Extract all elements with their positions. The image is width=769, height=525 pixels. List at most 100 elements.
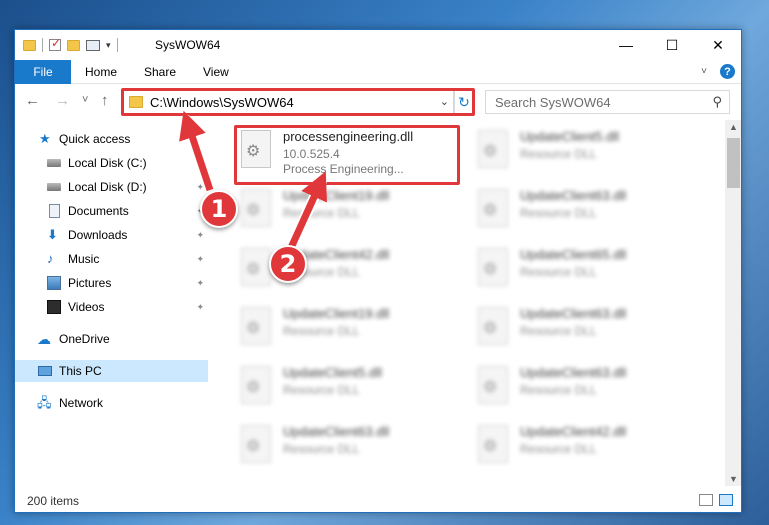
file-description: Resource DLL (520, 383, 597, 397)
forward-button[interactable]: → (55, 92, 70, 109)
sidebar-item-local-disk-c[interactable]: Local Disk (C:) ✦ (15, 152, 208, 174)
file-description: Resource DLL (520, 442, 597, 456)
up-button[interactable]: ↑ (101, 92, 109, 109)
network-icon: 🖧 (37, 395, 52, 410)
file-description: Resource DLL (283, 206, 360, 220)
file-description: Resource DLL (283, 324, 360, 338)
cloud-icon: ☁ (37, 331, 51, 347)
dll-file-icon (241, 189, 271, 227)
status-bar: 200 items (15, 486, 741, 512)
file-item[interactable]: UpdateClient5.dll Resource DLL (235, 360, 465, 410)
document-icon (49, 204, 60, 218)
sidebar-item-music[interactable]: ♪ Music ✦ (15, 248, 208, 270)
address-bar-highlight (121, 88, 475, 116)
computer-icon (38, 366, 52, 376)
dll-file-icon (478, 425, 508, 463)
large-icons-view-icon[interactable] (719, 494, 733, 506)
dll-file-icon (478, 189, 508, 227)
maximize-button[interactable]: ☐ (649, 30, 695, 60)
sidebar-item-label: Network (59, 396, 104, 410)
pin-icon[interactable]: ✦ (196, 302, 204, 313)
file-name: UpdateClient19.dll (283, 306, 390, 321)
file-item[interactable]: UpdateClient42.dll Resource DLL (472, 419, 702, 469)
file-description: Resource DLL (283, 442, 360, 456)
scroll-up-arrow-icon[interactable]: ▲ (729, 122, 738, 132)
file-item[interactable]: UpdateClient63.dll Resource DLL (235, 419, 465, 469)
file-item[interactable]: UpdateClient65.dll Resource DLL (472, 242, 702, 292)
scrollbar-thumb[interactable] (727, 138, 740, 188)
callout-step-1: 1 (200, 190, 238, 228)
dll-file-icon (478, 248, 508, 286)
window-title: SysWOW64 (155, 38, 221, 52)
pictures-icon (47, 276, 61, 290)
pin-icon[interactable]: ✦ (196, 254, 204, 265)
dll-file-icon (241, 248, 271, 286)
file-highlight (234, 125, 460, 185)
file-item[interactable]: UpdateClient5.dll Resource DLL (472, 124, 702, 174)
pin-icon[interactable]: ✦ (196, 278, 204, 289)
callout-step-2: 2 (269, 245, 307, 283)
details-view-icon[interactable] (699, 494, 713, 506)
folder-icon[interactable] (23, 39, 36, 51)
tab-share[interactable]: Share (144, 65, 176, 79)
pin-icon[interactable]: ✦ (196, 158, 204, 169)
file-item[interactable]: UpdateClient63.dll Resource DLL (472, 360, 702, 410)
sidebar-item-downloads[interactable]: ⬇ Downloads ✦ (15, 224, 208, 246)
sidebar-item-documents[interactable]: Documents ✦ (15, 200, 208, 222)
search-icon[interactable]: ⚲ (712, 94, 722, 110)
file-item[interactable]: UpdateClient63.dll Resource DLL (472, 301, 702, 351)
search-box[interactable]: Search SysWOW64 ⚲ (485, 90, 730, 114)
file-name: UpdateClient63.dll (283, 424, 390, 439)
sidebar-item-label: Documents (68, 204, 129, 218)
navigation-pane: ★ Quick access Local Disk (C:) ✦ Local D… (15, 120, 208, 486)
tab-view[interactable]: View (203, 65, 229, 79)
dll-file-icon (478, 130, 508, 168)
search-input[interactable]: Search SysWOW64 (495, 95, 611, 110)
sidebar-item-onedrive[interactable]: ☁ OneDrive (15, 328, 208, 350)
sidebar-item-label: Pictures (68, 276, 112, 290)
tab-file[interactable]: File (15, 60, 71, 84)
pin-icon[interactable]: ✦ (196, 230, 204, 241)
pin-icon[interactable]: ✦ (196, 182, 204, 193)
new-folder-icon[interactable] (67, 39, 80, 51)
sidebar-item-this-pc[interactable]: This PC (15, 360, 208, 382)
sidebar-item-pictures[interactable]: Pictures ✦ (15, 272, 208, 294)
file-name: UpdateClient42.dll (520, 424, 627, 439)
sidebar-item-label: Music (68, 252, 100, 266)
file-item[interactable]: UpdateClient63.dll Resource DLL (472, 183, 702, 233)
file-name: UpdateClient5.dll (283, 365, 383, 380)
help-button[interactable]: ? (720, 64, 735, 79)
sidebar-item-label: Local Disk (D:) (68, 180, 147, 194)
tab-home[interactable]: Home (85, 65, 117, 79)
dll-file-icon (478, 366, 508, 404)
disk-icon (47, 159, 61, 167)
file-description: Resource DLL (283, 383, 360, 397)
properties-icon[interactable] (86, 39, 100, 51)
file-explorer-window: ▾ SysWOW64 — ☐ ✕ File Home Share View ˅ … (14, 29, 742, 513)
dll-file-icon (478, 307, 508, 345)
quick-access-toolbar: ▾ (23, 36, 118, 52)
dll-file-icon (241, 366, 271, 404)
sidebar-item-videos[interactable]: Videos ✦ (15, 296, 208, 318)
vertical-scrollbar[interactable]: ▲ ▼ (725, 120, 741, 486)
film-icon (47, 300, 61, 314)
expand-ribbon-icon[interactable]: ˅ (701, 66, 707, 77)
file-item[interactable]: UpdateClient19.dll Resource DLL (235, 301, 465, 351)
scroll-down-arrow-icon[interactable]: ▼ (729, 474, 738, 484)
dll-file-icon (241, 307, 271, 345)
file-name: UpdateClient63.dll (520, 188, 627, 203)
back-button[interactable]: ← (25, 92, 40, 109)
sidebar-item-label: Local Disk (C:) (68, 156, 147, 170)
sidebar-item-network[interactable]: 🖧 Network (15, 392, 208, 414)
file-item[interactable]: UpdateClient19.dll Resource DLL (235, 183, 465, 233)
toolbar-separator (116, 38, 118, 52)
checkmark-icon[interactable] (49, 36, 61, 51)
sidebar-item-label: OneDrive (59, 332, 110, 346)
sidebar-item-quick-access[interactable]: ★ Quick access (15, 128, 208, 150)
recent-locations-button[interactable]: ˅ (82, 94, 88, 106)
sidebar-item-label: Quick access (59, 132, 131, 146)
minimize-button[interactable]: — (603, 30, 649, 60)
sidebar-item-local-disk-d[interactable]: Local Disk (D:) ✦ (15, 176, 208, 198)
chevron-down-icon[interactable]: ▾ (106, 40, 111, 51)
close-button[interactable]: ✕ (695, 30, 741, 60)
